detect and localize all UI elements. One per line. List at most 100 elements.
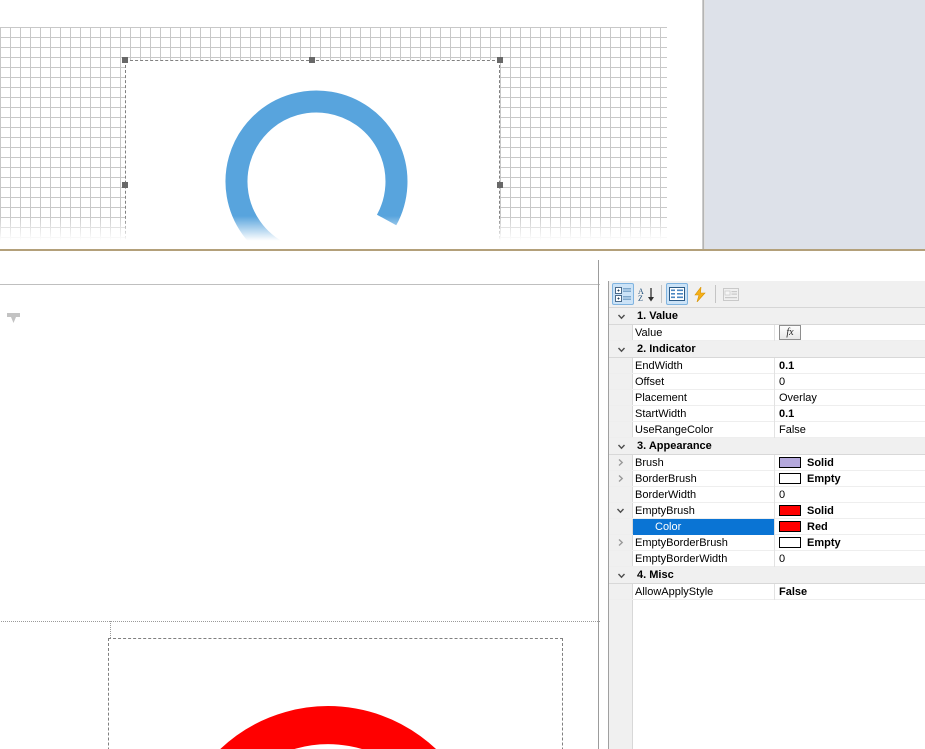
categorized-icon xyxy=(615,286,631,302)
property-name: EmptyBorderWidth xyxy=(633,550,775,567)
chevron-none xyxy=(616,587,625,596)
property-row[interactable]: EmptyBrush Solid xyxy=(609,502,925,519)
property-name: BorderBrush xyxy=(633,470,775,487)
selection-handle-ne[interactable] xyxy=(497,57,503,63)
property-value-cell[interactable]: 0.1 xyxy=(775,358,925,374)
toolbar-separator-1 xyxy=(661,285,662,303)
panel-splitter-vertical[interactable] xyxy=(701,0,705,250)
property-row[interactable]: Placement Overlay xyxy=(609,389,925,406)
alphabetical-sort-button[interactable]: A Z xyxy=(635,283,657,305)
property-grid: A Z 1. Value Value fx 2. Indicator EndWi… xyxy=(608,281,925,749)
property-category-row[interactable]: 2. Indicator xyxy=(609,341,925,358)
property-name: UseRangeColor xyxy=(633,421,775,438)
row-gutter xyxy=(609,535,633,550)
property-row[interactable]: AllowApplyStyle False xyxy=(609,583,925,600)
panel-gap xyxy=(0,254,925,280)
chevron-down-icon[interactable] xyxy=(617,442,626,451)
selection-handle-nw[interactable] xyxy=(122,57,128,63)
chevron-down-icon[interactable] xyxy=(617,571,626,580)
property-category-row[interactable]: 4. Misc xyxy=(609,567,925,584)
property-name: 3. Appearance xyxy=(637,439,712,452)
alignment-guide-horizontal xyxy=(0,621,600,623)
property-value-text: False xyxy=(779,423,806,436)
chevron-right-icon[interactable] xyxy=(616,538,625,547)
row-gutter xyxy=(609,567,633,583)
property-row[interactable]: Offset 0 xyxy=(609,373,925,390)
preview-panel-right-border xyxy=(598,260,599,749)
property-value-cell[interactable]: Empty xyxy=(775,471,925,487)
chevron-none xyxy=(616,425,625,434)
property-value-text: Overlay xyxy=(779,391,817,404)
color-swatch[interactable] xyxy=(779,537,801,548)
chevron-down-icon[interactable] xyxy=(616,506,625,515)
property-row[interactable]: BorderBrush Empty xyxy=(609,470,925,487)
property-value-cell[interactable]: 0 xyxy=(775,487,925,503)
property-value-text: False xyxy=(779,585,808,598)
property-row[interactable]: EndWidth 0.1 xyxy=(609,357,925,374)
property-row[interactable]: BorderWidth 0 xyxy=(609,486,925,503)
categorized-view-button[interactable] xyxy=(612,283,634,305)
chevron-none xyxy=(616,328,625,337)
color-swatch[interactable] xyxy=(779,521,801,532)
property-row[interactable]: EmptyBorderBrush Empty xyxy=(609,534,925,551)
chevron-none xyxy=(616,522,625,531)
color-swatch[interactable] xyxy=(779,457,801,468)
chevron-none xyxy=(616,377,625,386)
formula-fx-button[interactable]: fx xyxy=(779,325,801,340)
row-gutter xyxy=(609,390,633,405)
property-value-cell[interactable]: Empty xyxy=(775,535,925,551)
property-grid-rows[interactable]: 1. Value Value fx 2. Indicator EndWidth 0.1 Of… xyxy=(609,308,925,749)
smart-tag-arrow-icon[interactable] xyxy=(7,313,20,324)
property-value-cell[interactable]: 0 xyxy=(775,551,925,567)
property-row[interactable]: Color Red xyxy=(609,518,925,535)
property-value-cell[interactable]: False xyxy=(775,584,925,600)
property-name: Value xyxy=(633,324,775,341)
chevron-down-icon[interactable] xyxy=(617,345,626,354)
color-swatch[interactable] xyxy=(779,505,801,516)
chevron-down-icon[interactable] xyxy=(617,312,626,321)
property-value-text: 0 xyxy=(779,488,786,501)
application-window: A Z 1. Value Value fx 2. Indicator EndWi… xyxy=(0,0,925,749)
property-value-cell[interactable]: fx xyxy=(775,325,925,340)
row-gutter xyxy=(609,374,633,389)
property-value-cell[interactable]: 0 xyxy=(775,374,925,390)
property-row[interactable]: EmptyBorderWidth 0 xyxy=(609,550,925,567)
color-swatch[interactable] xyxy=(779,473,801,484)
property-value-text: Empty xyxy=(807,536,841,549)
property-value-cell[interactable]: Red xyxy=(775,519,925,535)
property-row[interactable]: UseRangeColor False xyxy=(609,421,925,438)
selection-handle-w[interactable] xyxy=(122,182,128,188)
property-value-text: 0 xyxy=(779,375,786,388)
property-row[interactable]: StartWidth 0.1 xyxy=(609,405,925,422)
property-name: Placement xyxy=(633,389,775,406)
selection-rectangle[interactable] xyxy=(125,60,500,249)
events-view-button[interactable] xyxy=(689,283,711,305)
property-value-cell[interactable]: Solid xyxy=(775,503,925,519)
property-value-text: 0 xyxy=(779,552,786,565)
toolbar-separator-2 xyxy=(715,285,716,303)
property-value-text: Solid xyxy=(807,504,834,517)
property-pages-button[interactable] xyxy=(720,283,742,305)
property-category-row[interactable]: 1. Value xyxy=(609,308,925,325)
property-category-row[interactable]: 3. Appearance xyxy=(609,438,925,455)
row-gutter xyxy=(609,584,633,599)
property-value-cell[interactable]: 0.1 xyxy=(775,406,925,422)
property-value-text: 0.1 xyxy=(779,359,795,372)
docked-empty-pane xyxy=(705,0,925,250)
chevron-right-icon[interactable] xyxy=(616,474,625,483)
selection-handle-n[interactable] xyxy=(309,57,315,63)
selection-handle-e[interactable] xyxy=(497,182,503,188)
row-gutter xyxy=(609,422,633,437)
chevron-right-icon[interactable] xyxy=(616,458,625,467)
row-gutter xyxy=(609,406,633,421)
properties-view-button[interactable] xyxy=(666,283,688,305)
gauge-control-bounds[interactable] xyxy=(108,638,563,749)
property-row[interactable]: Value fx xyxy=(609,324,925,341)
property-value-cell[interactable]: Solid xyxy=(775,455,925,471)
properties-icon xyxy=(669,287,685,301)
row-gutter xyxy=(609,455,633,470)
property-value-cell[interactable]: False xyxy=(775,422,925,438)
property-value-cell[interactable]: Overlay xyxy=(775,390,925,406)
property-row[interactable]: Brush Solid xyxy=(609,454,925,471)
property-name: AllowApplyStyle xyxy=(633,583,775,600)
